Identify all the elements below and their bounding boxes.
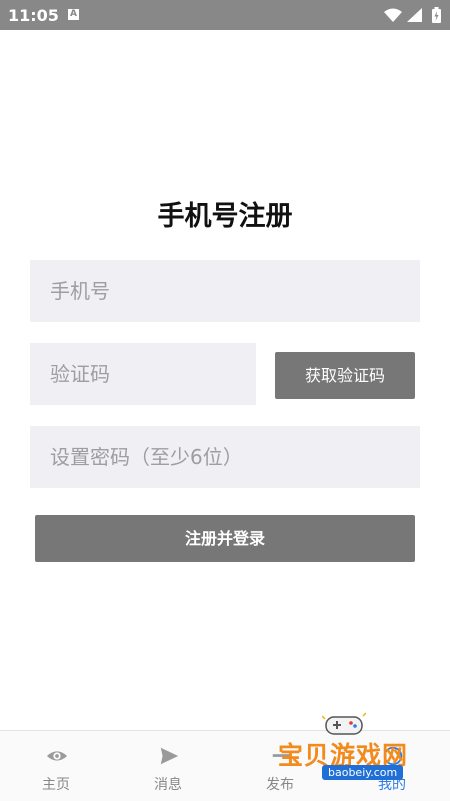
tab-home-label: 主页 (42, 777, 70, 793)
wifi-icon (384, 8, 402, 22)
register-login-button[interactable]: 注册并登录 (35, 515, 415, 562)
tab-home[interactable]: 主页 (0, 731, 112, 801)
tab-messages[interactable]: 消息 (112, 731, 224, 801)
password-input[interactable] (30, 426, 420, 488)
signal-icon (407, 8, 422, 22)
notification-icon: A (68, 9, 79, 20)
send-icon (160, 747, 179, 765)
phone-input[interactable] (30, 260, 420, 322)
battery-icon (432, 7, 441, 23)
watermark-logo: 宝贝游戏网 baobeiy.com (270, 710, 430, 795)
verification-code-input[interactable] (30, 343, 256, 405)
get-code-button[interactable]: 获取验证码 (275, 352, 415, 399)
status-time: 11:05 (8, 6, 59, 25)
page-title: 手机号注册 (157, 201, 293, 232)
status-bar: 11:05 A (0, 0, 450, 30)
gamepad-icon (322, 712, 366, 735)
tab-messages-label: 消息 (154, 777, 182, 793)
watermark-url: baobeiy.com (322, 765, 404, 780)
eye-icon (46, 751, 68, 761)
